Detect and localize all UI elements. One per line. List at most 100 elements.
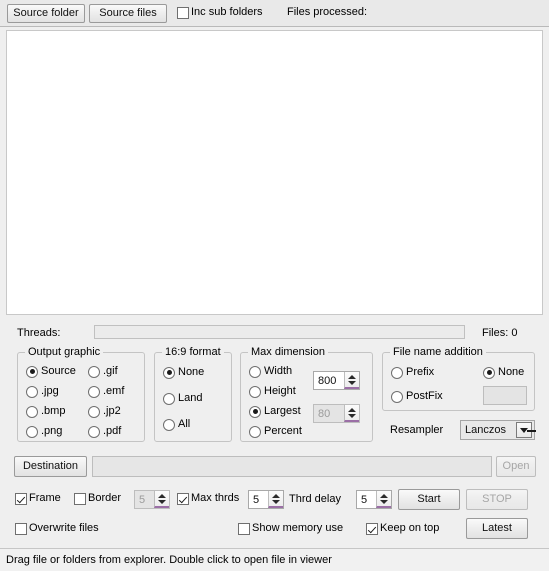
radio-dot — [26, 385, 38, 398]
spinner-value: 80 — [318, 407, 331, 420]
chevron-down-icon[interactable] — [516, 422, 536, 438]
files-processed-label: Files processed: — [287, 6, 368, 18]
radio-fname-postfix[interactable]: PostFix — [391, 390, 443, 403]
radio-dot — [391, 390, 403, 403]
resampler-dropdown[interactable]: Lanczos — [460, 420, 536, 440]
radio-label: Land — [178, 392, 203, 404]
max-dimension-legend: Max dimension — [248, 346, 328, 358]
frame-checkbox[interactable]: Frame — [15, 492, 61, 505]
checkbox-box — [74, 492, 86, 505]
max-threads-checkbox[interactable]: Max thrds — [177, 492, 239, 505]
thread-delay-spinner[interactable]: 5 — [356, 490, 392, 509]
show-memory-use-label: Show memory use — [252, 522, 344, 534]
latest-button[interactable]: Latest — [466, 518, 528, 539]
radio-label: .emf — [103, 385, 125, 397]
destination-path-input[interactable] — [92, 456, 492, 477]
radio-output-pdf[interactable]: .pdf — [88, 425, 121, 438]
radio-output-emf[interactable]: .emf — [88, 385, 124, 398]
thread-delay-label: Thrd delay — [289, 493, 341, 505]
radio-label: .gif — [103, 365, 118, 377]
radio-output-source[interactable]: Source — [26, 365, 76, 378]
show-memory-use-checkbox[interactable]: Show memory use — [238, 522, 343, 535]
start-button[interactable]: Start — [398, 489, 460, 510]
radio-output-gif[interactable]: .gif — [88, 365, 118, 378]
output-graphic-legend: Output graphic — [25, 346, 104, 358]
spinner-down-arrow-icon[interactable] — [158, 499, 166, 504]
checkbox-box — [15, 492, 27, 505]
spinner-up-arrow-icon[interactable] — [380, 493, 388, 498]
resampler-value: Lanczos — [465, 423, 506, 436]
radio-dot — [88, 425, 100, 438]
radio-maxdim-height[interactable]: Height — [249, 385, 296, 398]
radio-fname-none[interactable]: None — [483, 366, 524, 379]
max-dimension-size-spinner[interactable]: 800 — [313, 371, 360, 390]
checkbox-box — [177, 492, 189, 505]
radio-maxdim-width[interactable]: Width — [249, 365, 292, 378]
spinner-value: 5 — [139, 493, 146, 506]
radio-dot — [249, 365, 261, 378]
radio-label: Prefix — [406, 366, 435, 378]
inc-sub-folders-checkbox[interactable]: Inc sub folders — [177, 6, 263, 19]
files-count-label: Files: 0 — [482, 327, 518, 339]
radio-fname-prefix[interactable]: Prefix — [391, 366, 434, 379]
spinner-up-arrow-icon[interactable] — [158, 493, 166, 498]
aspect-169-legend: 16:9 format — [162, 346, 224, 358]
destination-button[interactable]: Destination — [14, 456, 87, 477]
radio-output-jp2[interactable]: .jp2 — [88, 405, 121, 418]
border-label: Border — [88, 492, 122, 504]
radio-label: None — [178, 366, 205, 378]
spinner-arrows[interactable] — [268, 491, 283, 508]
radio-output-png[interactable]: .png — [26, 425, 62, 438]
spinner-arrows[interactable] — [154, 491, 169, 508]
radio-maxdim-largest[interactable]: Largest — [249, 405, 301, 418]
radio-maxdim-percent[interactable]: Percent — [249, 425, 302, 438]
spinner-value: 800 — [318, 374, 337, 387]
radio-label: .pdf — [103, 425, 122, 437]
spinner-arrows[interactable] — [376, 491, 391, 508]
radio-label: None — [498, 366, 525, 378]
keep-on-top-checkbox[interactable]: Keep on top — [366, 522, 439, 535]
source-folder-button[interactable]: Source folder — [7, 4, 85, 23]
radio-label: .bmp — [41, 405, 66, 417]
radio-label: Width — [264, 365, 293, 377]
radio-label: Percent — [264, 425, 302, 437]
spinner-down-arrow-icon[interactable] — [348, 413, 356, 418]
stop-button[interactable]: STOP — [466, 489, 528, 510]
threads-progress-bar — [94, 325, 465, 339]
spinner-up-arrow-icon[interactable] — [348, 374, 356, 379]
spinner-arrows[interactable] — [344, 372, 359, 389]
max-threads-spinner[interactable]: 5 — [248, 490, 284, 509]
radio-label: Largest — [264, 405, 301, 417]
status-bar-text: Drag file or folders from explorer. Doub… — [6, 554, 332, 566]
radio-169-none[interactable]: None — [163, 366, 204, 379]
spinner-up-arrow-icon[interactable] — [272, 493, 280, 498]
spinner-up-arrow-icon[interactable] — [348, 407, 356, 412]
border-checkbox[interactable]: Border — [74, 492, 121, 505]
radio-169-land[interactable]: Land — [163, 392, 202, 405]
radio-dot — [88, 405, 100, 418]
radio-dot — [483, 366, 495, 379]
radio-dot — [249, 385, 261, 398]
spinner-arrows[interactable] — [344, 405, 359, 422]
max-dimension-group: Max dimension Width Height Largest Perce… — [240, 346, 373, 442]
max-dimension-percent-spinner[interactable]: 80 — [313, 404, 360, 423]
border-width-spinner[interactable]: 5 — [134, 490, 170, 509]
spinner-down-arrow-icon[interactable] — [348, 380, 356, 385]
radio-dot — [163, 366, 175, 379]
radio-label: .jpg — [41, 385, 59, 397]
open-button[interactable]: Open — [496, 456, 536, 477]
radio-output-bmp[interactable]: .bmp — [26, 405, 65, 418]
file-name-addition-legend: File name addition — [390, 346, 486, 358]
postfix-text-field[interactable] — [483, 386, 527, 405]
radio-169-all[interactable]: All — [163, 418, 190, 431]
overwrite-files-checkbox[interactable]: Overwrite files — [15, 522, 99, 535]
file-list[interactable] — [6, 30, 543, 315]
spinner-value: 5 — [361, 493, 368, 506]
checkbox-box — [177, 6, 189, 19]
spinner-down-arrow-icon[interactable] — [380, 499, 388, 504]
max-threads-label: Max thrds — [191, 492, 240, 504]
spinner-down-arrow-icon[interactable] — [272, 499, 280, 504]
source-files-button[interactable]: Source files — [89, 4, 167, 23]
radio-output-jpg[interactable]: .jpg — [26, 385, 59, 398]
overwrite-files-label: Overwrite files — [29, 522, 99, 534]
